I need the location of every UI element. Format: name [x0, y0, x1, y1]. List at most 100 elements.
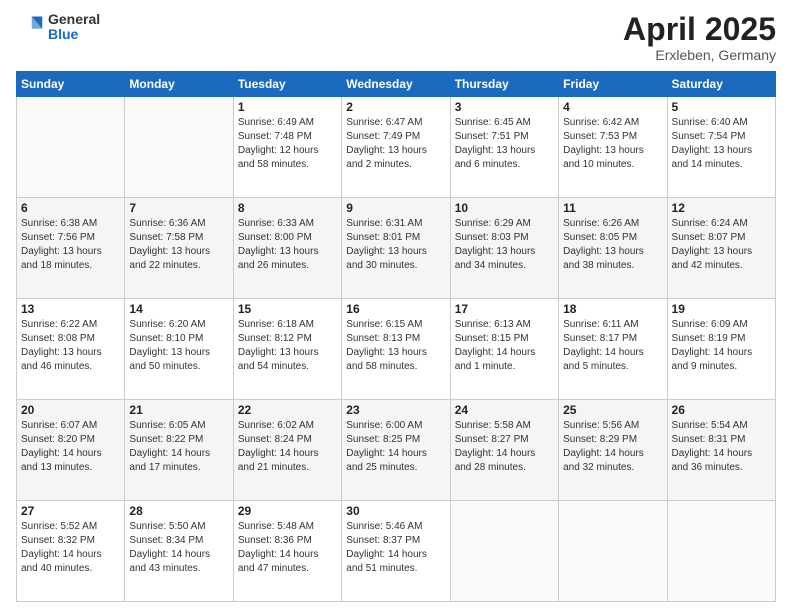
- calendar-week-row: 6 Sunrise: 6:38 AM Sunset: 7:56 PM Daylig…: [17, 198, 776, 299]
- header-friday: Friday: [559, 72, 667, 97]
- table-row: 10Sunrise: 6:29 AM Sunset: 8:03 PM Dayli…: [450, 198, 558, 299]
- day-number: 8: [238, 201, 337, 215]
- calendar-week-row: 13 Sunrise: 6:22 AM Sunset: 8:08 PM Dayli…: [17, 299, 776, 400]
- calendar-week-row: 1 Sunrise: 6:49 AM Sunset: 7:48 PM Daylig…: [17, 97, 776, 198]
- table-row: 15 Sunrise: 6:18 AM Sunset: 8:12 PM Dayli…: [233, 299, 341, 400]
- weekday-header-row: Sunday Monday Tuesday Wednesday Thursday…: [17, 72, 776, 97]
- page: General Blue April 2025 Erxleben, German…: [0, 0, 792, 612]
- day-info: Sunrise: 6:36 AM Sunset: 7:58 PM Dayligh…: [129, 217, 228, 273]
- day-info: Sunrise: 6:22 AM Sunset: 8:08 PM Dayligh…: [21, 318, 120, 374]
- table-row: [450, 501, 558, 602]
- day-info: Sunrise: 5:58 AM Sunset: 8:27 PM Dayligh…: [455, 419, 554, 475]
- day-info: Sunrise: 6:33 AM Sunset: 8:00 PM Dayligh…: [238, 217, 337, 273]
- table-row: 20Sunrise: 6:07 AM Sunset: 8:20 PM Dayli…: [17, 400, 125, 501]
- day-number: 6: [21, 201, 120, 215]
- day-info: Sunrise: 6:38 AM Sunset: 7:56 PM Dayligh…: [21, 217, 120, 273]
- day-number: 2: [346, 100, 445, 114]
- logo-icon: [16, 13, 44, 41]
- table-row: 4 Sunrise: 6:42 AM Sunset: 7:53 PM Daylig…: [559, 97, 667, 198]
- table-row: 16 Sunrise: 6:15 AM Sunset: 8:13 PM Dayli…: [342, 299, 450, 400]
- day-number: 21: [129, 403, 228, 417]
- day-number: 23: [346, 403, 445, 417]
- header-monday: Monday: [125, 72, 233, 97]
- header-wednesday: Wednesday: [342, 72, 450, 97]
- header-tuesday: Tuesday: [233, 72, 341, 97]
- day-info: Sunrise: 6:47 AM Sunset: 7:49 PM Dayligh…: [346, 116, 445, 172]
- table-row: 1 Sunrise: 6:49 AM Sunset: 7:48 PM Daylig…: [233, 97, 341, 198]
- day-info: Sunrise: 6:02 AM Sunset: 8:24 PM Dayligh…: [238, 419, 337, 475]
- day-info: Sunrise: 6:49 AM Sunset: 7:48 PM Dayligh…: [238, 116, 337, 172]
- day-number: 22: [238, 403, 337, 417]
- header-sunday: Sunday: [17, 72, 125, 97]
- table-row: 11 Sunrise: 6:26 AM Sunset: 8:05 PM Dayli…: [559, 198, 667, 299]
- table-row: [559, 501, 667, 602]
- day-info: Sunrise: 6:24 AM Sunset: 8:07 PM Dayligh…: [672, 217, 771, 273]
- logo: General Blue: [16, 12, 100, 43]
- day-number: 30: [346, 504, 445, 518]
- day-number: 3: [455, 100, 554, 114]
- day-info: Sunrise: 5:52 AM Sunset: 8:32 PM Dayligh…: [21, 520, 120, 576]
- day-info: Sunrise: 6:07 AM Sunset: 8:20 PM Dayligh…: [21, 419, 120, 475]
- table-row: 26Sunrise: 5:54 AM Sunset: 8:31 PM Dayli…: [667, 400, 775, 501]
- day-number: 16: [346, 302, 445, 316]
- table-row: 23 Sunrise: 6:00 AM Sunset: 8:25 PM Dayli…: [342, 400, 450, 501]
- day-number: 17: [455, 302, 554, 316]
- day-info: Sunrise: 5:46 AM Sunset: 8:37 PM Dayligh…: [346, 520, 445, 576]
- day-info: Sunrise: 6:40 AM Sunset: 7:54 PM Dayligh…: [672, 116, 771, 172]
- table-row: [17, 97, 125, 198]
- calendar-week-row: 27Sunrise: 5:52 AM Sunset: 8:32 PM Dayli…: [17, 501, 776, 602]
- day-info: Sunrise: 6:11 AM Sunset: 8:17 PM Dayligh…: [563, 318, 662, 374]
- day-info: Sunrise: 6:18 AM Sunset: 8:12 PM Dayligh…: [238, 318, 337, 374]
- day-info: Sunrise: 6:42 AM Sunset: 7:53 PM Dayligh…: [563, 116, 662, 172]
- table-row: 18 Sunrise: 6:11 AM Sunset: 8:17 PM Dayli…: [559, 299, 667, 400]
- day-number: 5: [672, 100, 771, 114]
- header-saturday: Saturday: [667, 72, 775, 97]
- table-row: 3 Sunrise: 6:45 AM Sunset: 7:51 PM Daylig…: [450, 97, 558, 198]
- title-block: April 2025 Erxleben, Germany: [623, 12, 776, 63]
- table-row: 2 Sunrise: 6:47 AM Sunset: 7:49 PM Daylig…: [342, 97, 450, 198]
- table-row: 6 Sunrise: 6:38 AM Sunset: 7:56 PM Daylig…: [17, 198, 125, 299]
- header: General Blue April 2025 Erxleben, German…: [16, 12, 776, 63]
- day-info: Sunrise: 6:00 AM Sunset: 8:25 PM Dayligh…: [346, 419, 445, 475]
- logo-blue-text: Blue: [48, 27, 100, 42]
- day-info: Sunrise: 6:20 AM Sunset: 8:10 PM Dayligh…: [129, 318, 228, 374]
- table-row: 25Sunrise: 5:56 AM Sunset: 8:29 PM Dayli…: [559, 400, 667, 501]
- day-number: 18: [563, 302, 662, 316]
- table-row: 30 Sunrise: 5:46 AM Sunset: 8:37 PM Dayli…: [342, 501, 450, 602]
- table-row: 27Sunrise: 5:52 AM Sunset: 8:32 PM Dayli…: [17, 501, 125, 602]
- day-number: 14: [129, 302, 228, 316]
- table-row: 9Sunrise: 6:31 AM Sunset: 8:01 PM Daylig…: [342, 198, 450, 299]
- table-row: 19Sunrise: 6:09 AM Sunset: 8:19 PM Dayli…: [667, 299, 775, 400]
- table-row: 13 Sunrise: 6:22 AM Sunset: 8:08 PM Dayli…: [17, 299, 125, 400]
- day-number: 7: [129, 201, 228, 215]
- logo-general-text: General: [48, 12, 100, 27]
- table-row: 17 Sunrise: 6:13 AM Sunset: 8:15 PM Dayli…: [450, 299, 558, 400]
- table-row: 28Sunrise: 5:50 AM Sunset: 8:34 PM Dayli…: [125, 501, 233, 602]
- header-thursday: Thursday: [450, 72, 558, 97]
- month-title: April 2025: [623, 12, 776, 47]
- table-row: 22 Sunrise: 6:02 AM Sunset: 8:24 PM Dayli…: [233, 400, 341, 501]
- table-row: 12 Sunrise: 6:24 AM Sunset: 8:07 PM Dayli…: [667, 198, 775, 299]
- day-number: 4: [563, 100, 662, 114]
- day-info: Sunrise: 6:13 AM Sunset: 8:15 PM Dayligh…: [455, 318, 554, 374]
- day-number: 19: [672, 302, 771, 316]
- day-info: Sunrise: 5:48 AM Sunset: 8:36 PM Dayligh…: [238, 520, 337, 576]
- day-number: 15: [238, 302, 337, 316]
- day-number: 28: [129, 504, 228, 518]
- day-info: Sunrise: 6:45 AM Sunset: 7:51 PM Dayligh…: [455, 116, 554, 172]
- day-info: Sunrise: 5:54 AM Sunset: 8:31 PM Dayligh…: [672, 419, 771, 475]
- day-number: 13: [21, 302, 120, 316]
- day-info: Sunrise: 6:05 AM Sunset: 8:22 PM Dayligh…: [129, 419, 228, 475]
- table-row: 29 Sunrise: 5:48 AM Sunset: 8:36 PM Dayli…: [233, 501, 341, 602]
- table-row: [667, 501, 775, 602]
- day-number: 12: [672, 201, 771, 215]
- day-number: 29: [238, 504, 337, 518]
- calendar-week-row: 20Sunrise: 6:07 AM Sunset: 8:20 PM Dayli…: [17, 400, 776, 501]
- table-row: 7 Sunrise: 6:36 AM Sunset: 7:58 PM Daylig…: [125, 198, 233, 299]
- day-info: Sunrise: 6:15 AM Sunset: 8:13 PM Dayligh…: [346, 318, 445, 374]
- table-row: 24Sunrise: 5:58 AM Sunset: 8:27 PM Dayli…: [450, 400, 558, 501]
- day-number: 1: [238, 100, 337, 114]
- day-info: Sunrise: 6:26 AM Sunset: 8:05 PM Dayligh…: [563, 217, 662, 273]
- day-number: 11: [563, 201, 662, 215]
- calendar-table: Sunday Monday Tuesday Wednesday Thursday…: [16, 71, 776, 602]
